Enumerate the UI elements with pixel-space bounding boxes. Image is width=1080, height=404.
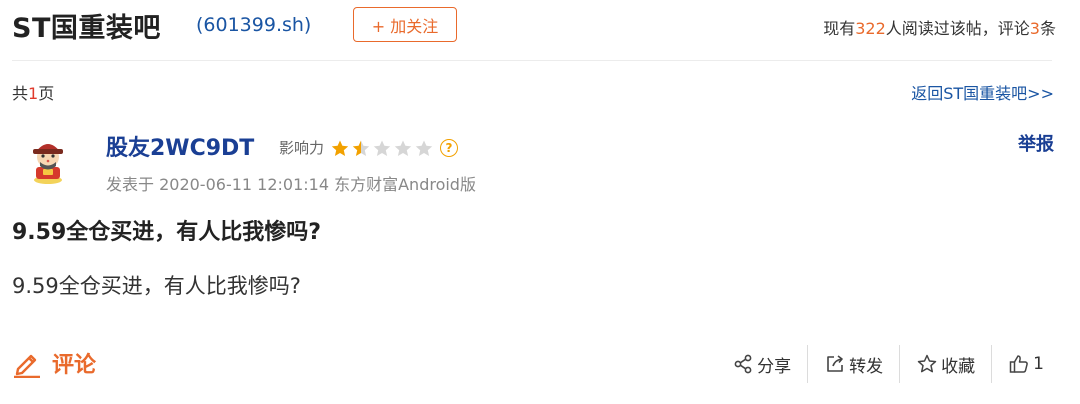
like-button[interactable]: 1 [992, 345, 1060, 383]
help-icon[interactable]: ? [440, 138, 459, 157]
read-count: 322 [855, 19, 886, 38]
star-icon [352, 140, 370, 156]
collect-label: 收藏 [941, 356, 976, 377]
back-to-bar-link[interactable]: 返回ST国重装吧>> [911, 80, 1054, 104]
page-suffix: 页 [38, 84, 55, 103]
read-prefix: 现有 [823, 19, 856, 38]
post-body: 9.59全仓买进，有人比我惨吗? [12, 274, 301, 298]
share-icon [734, 354, 752, 374]
comment-count: 3 [1029, 19, 1040, 38]
post-title: 9.59全仓买进，有人比我惨吗? [12, 220, 322, 245]
thumbs-up-icon [1009, 355, 1029, 373]
forward-label: 转发 [849, 356, 884, 377]
author-name[interactable]: 股友2WC9DT [106, 130, 254, 162]
share-label: 分享 [757, 356, 792, 377]
star-outline-icon [917, 354, 937, 373]
star-icon [331, 140, 349, 156]
influence-label: 影响力 [279, 139, 325, 157]
avatar[interactable] [22, 133, 74, 185]
star-icon [415, 140, 433, 156]
follow-button[interactable]: + 加关注 [353, 7, 457, 42]
comment-label: 评论 [52, 353, 97, 378]
star-icon [373, 140, 391, 156]
like-count: 1 [1033, 354, 1044, 374]
pen-icon [14, 354, 40, 378]
read-stats: 现有322人阅读过该帖，评论3条 [823, 15, 1056, 39]
star-icon [394, 140, 412, 156]
forward-button[interactable]: 转发 [808, 345, 899, 383]
header-divider [12, 60, 1052, 61]
post-actions: 分享 转发 收藏 1 [716, 345, 1060, 383]
bar-title[interactable]: ST国重装吧 [12, 6, 161, 45]
influence-stars [330, 139, 435, 157]
influence-rating: 影响力 ? [279, 137, 459, 158]
page-header: ST国重装吧 (601399.sh) + 加关注 现有322人阅读过该帖，评论3… [0, 0, 1080, 58]
page-prefix: 共 [12, 84, 29, 103]
share-button[interactable]: 分享 [716, 345, 807, 383]
read-suffix: 条 [1039, 19, 1056, 38]
page-count: 共1页 [12, 80, 54, 104]
page-number: 1 [28, 84, 39, 103]
read-mid: 人阅读过该帖，评论 [885, 19, 1030, 38]
collect-button[interactable]: 收藏 [900, 345, 991, 383]
stock-code[interactable]: (601399.sh) [196, 14, 311, 36]
report-button[interactable]: 举报 [1018, 130, 1054, 156]
avatar-caishen-icon [33, 144, 63, 184]
forward-icon [827, 355, 843, 372]
post-meta: 发表于 2020-06-11 12:01:14 东方财富Android版 [106, 175, 476, 194]
comment-button[interactable]: 评论 [12, 347, 96, 379]
